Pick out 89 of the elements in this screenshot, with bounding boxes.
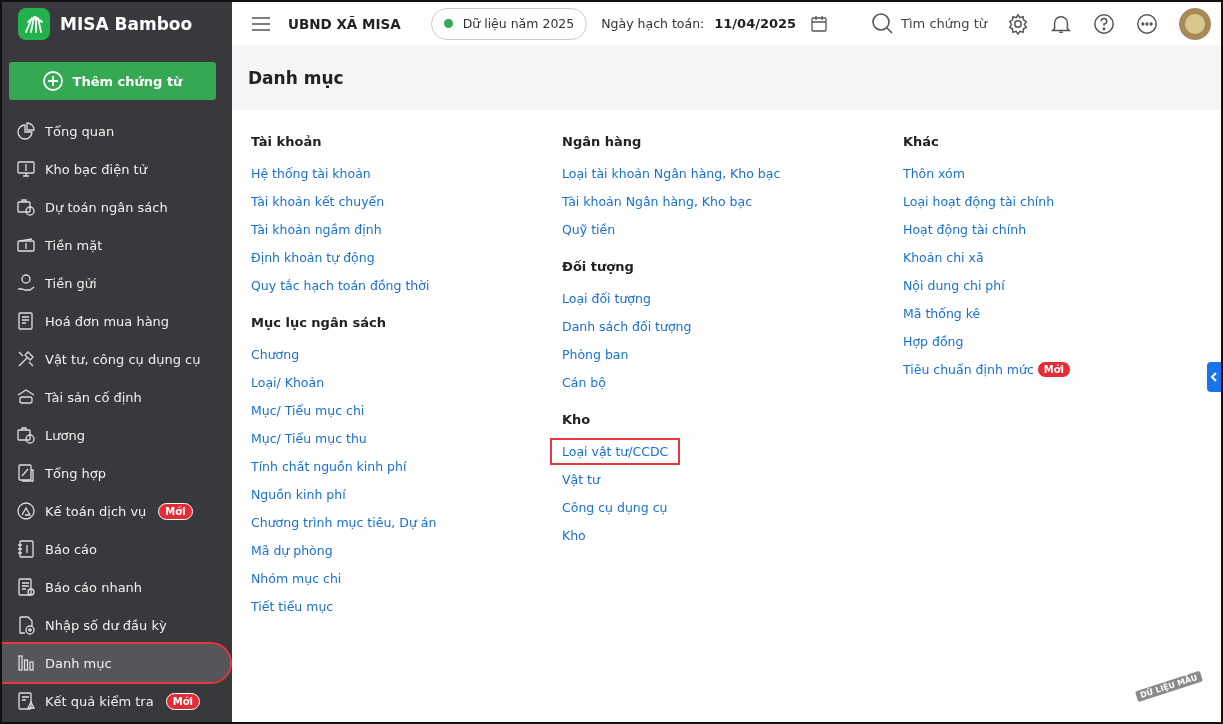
tools-icon	[16, 349, 36, 369]
organization-name: UBND XÃ MISA	[288, 15, 401, 32]
sidebar-item[interactable]: Nhập số dư đầu kỳ	[2, 606, 224, 644]
catalog-link[interactable]: Nội dung chi phí	[903, 277, 1005, 293]
sidebar-item[interactable]: Báo cáo	[2, 530, 224, 568]
sample-data-stamp: DỮ LIỆU MẪU	[1135, 670, 1204, 703]
sidebar-item[interactable]: Tiền mặt	[2, 226, 224, 264]
data-year-button[interactable]: Dữ liệu năm 2025	[430, 7, 588, 40]
help-icon[interactable]	[1093, 12, 1115, 35]
triangle-circle-icon	[16, 501, 36, 521]
bamboo-logo-icon	[18, 8, 50, 40]
sidebar-item[interactable]: Lương	[2, 416, 224, 454]
briefcase-coin-icon	[16, 197, 36, 217]
document-icon	[16, 311, 36, 331]
catalog-link[interactable]: Công cụ dụng cụ	[562, 499, 668, 515]
catalog-link[interactable]: Loại vật tư/CCDC	[550, 437, 681, 465]
catalog-link[interactable]: Nhóm mục chi	[251, 570, 342, 586]
file-plus-icon	[16, 615, 36, 635]
sidebar-item[interactable]: Tổng hợp	[2, 454, 224, 492]
catalog-link[interactable]: Tài khoản Ngân hàng, Kho bạc	[562, 193, 753, 209]
catalog-link[interactable]: Loại hoạt động tài chính	[903, 193, 1055, 209]
sidebar-item[interactable]: Danh mục	[2, 644, 230, 682]
catalog-link[interactable]: Vật tư	[562, 471, 600, 487]
catalog-link[interactable]: Loại tài khoản Ngân hàng, Kho bạc	[562, 165, 781, 181]
catalog-link[interactable]: Thôn xóm	[903, 165, 965, 181]
catalog-link[interactable]: Tài khoản kết chuyển	[251, 193, 385, 209]
chevron-left-icon	[1210, 372, 1218, 382]
sidebar-item[interactable]: Tài sản cố định	[2, 378, 224, 416]
catalog-link[interactable]: Tính chất nguồn kinh phí	[251, 458, 407, 474]
catalog-link[interactable]: Chương trình mục tiêu, Dự án	[251, 514, 437, 530]
catalog-link[interactable]: Hệ thống tài khoản	[251, 165, 371, 181]
catalog-link[interactable]: Khoản chi xã	[903, 249, 984, 265]
sidebar-item[interactable]: Kho bạc điện tử	[2, 150, 224, 188]
avatar[interactable]	[1179, 7, 1211, 40]
catalog-link[interactable]: Nguồn kinh phí	[251, 486, 346, 502]
sidebar-item[interactable]: Dự toán ngân sách	[2, 188, 224, 226]
more-icon[interactable]	[1136, 12, 1158, 35]
app-name: MISA Bamboo	[60, 14, 193, 34]
section-heading: Đối tượng	[562, 258, 635, 276]
sidebar-item[interactable]: Báo cáo nhanh	[2, 568, 224, 606]
date-label: Ngày hạch toán:	[601, 16, 705, 31]
catalog-link[interactable]: Hoạt động tài chính	[903, 221, 1027, 237]
catalog-link[interactable]: Kho	[562, 527, 586, 543]
section-heading: Tài khoản	[251, 133, 323, 151]
catalog-link[interactable]: Tiêu chuẩn định mức	[903, 361, 1034, 377]
sidebar-item[interactable]: Tiền gửi	[2, 264, 224, 302]
settings-icon[interactable]	[1007, 12, 1029, 35]
menu-icon[interactable]	[252, 16, 270, 31]
catalog-link[interactable]: Loại/ Khoản	[251, 374, 325, 390]
collapse-tab[interactable]	[1207, 362, 1221, 392]
sidebar-item[interactable]: Vật tư, công cụ dụng cụ	[2, 340, 224, 378]
catalog-link[interactable]: Tiết tiểu mục	[251, 598, 334, 614]
catalog-link[interactable]: Quỹ tiền	[562, 221, 616, 237]
page-title: Danh mục	[248, 67, 344, 88]
catalog-link[interactable]: Tài khoản ngầm định	[251, 221, 382, 237]
new-badge: Mới	[165, 692, 200, 710]
posting-date: 11/04/2025	[714, 16, 797, 31]
catalog-link[interactable]: Loại đối tượng	[562, 290, 651, 306]
catalog-link[interactable]: Định khoản tự động	[251, 249, 375, 265]
new-badge: Mới	[1036, 360, 1072, 378]
section-heading: Mục lục ngân sách	[251, 314, 387, 332]
plus-circle-icon	[42, 71, 63, 91]
catalog-link[interactable]: Cán bộ	[562, 374, 606, 390]
search-field[interactable]: Tìm chứng từ	[871, 11, 987, 36]
sidebar-item[interactable]: Tổng quan	[2, 112, 224, 150]
pie-chart-icon	[16, 121, 36, 141]
sidebar-item[interactable]: Hoá đơn mua hàng	[2, 302, 224, 340]
catalog-link[interactable]: Mã dự phòng	[251, 542, 333, 558]
catalog-link[interactable]: Mục/ Tiểu mục chi	[251, 402, 365, 418]
section-heading: Ngân hàng	[562, 133, 643, 151]
monitor-icon	[16, 159, 36, 179]
calendar-icon[interactable]	[810, 14, 829, 33]
catalog-link[interactable]: Mục/ Tiểu mục thu	[251, 430, 367, 446]
bar-chart-icon	[16, 653, 36, 673]
catalog-link[interactable]: Danh sách đối tượng	[562, 318, 692, 334]
catalog-link[interactable]: Mã thống kê	[903, 305, 981, 321]
banknote-icon	[16, 235, 36, 255]
catalog-link[interactable]: Quy tắc hạch toán đồng thời	[251, 277, 430, 293]
catalog-link[interactable]: Chương	[251, 346, 300, 362]
briefcase-coin-icon	[16, 425, 36, 445]
section-heading: Khác	[903, 133, 940, 151]
sidebar-item[interactable]: Kết quả kiểm tra Mới	[2, 682, 224, 720]
section-heading: Kho	[562, 411, 592, 429]
add-document-button[interactable]: Thêm chứng từ	[9, 62, 216, 100]
ledger-icon	[16, 539, 36, 559]
catalog-link[interactable]: Phòng ban	[562, 346, 629, 362]
catalog-link[interactable]: Hợp đồng	[903, 333, 964, 349]
sidebar-item[interactable]: Kế toán dịch vụ Mới	[2, 492, 224, 530]
new-badge: Mới	[158, 502, 193, 520]
